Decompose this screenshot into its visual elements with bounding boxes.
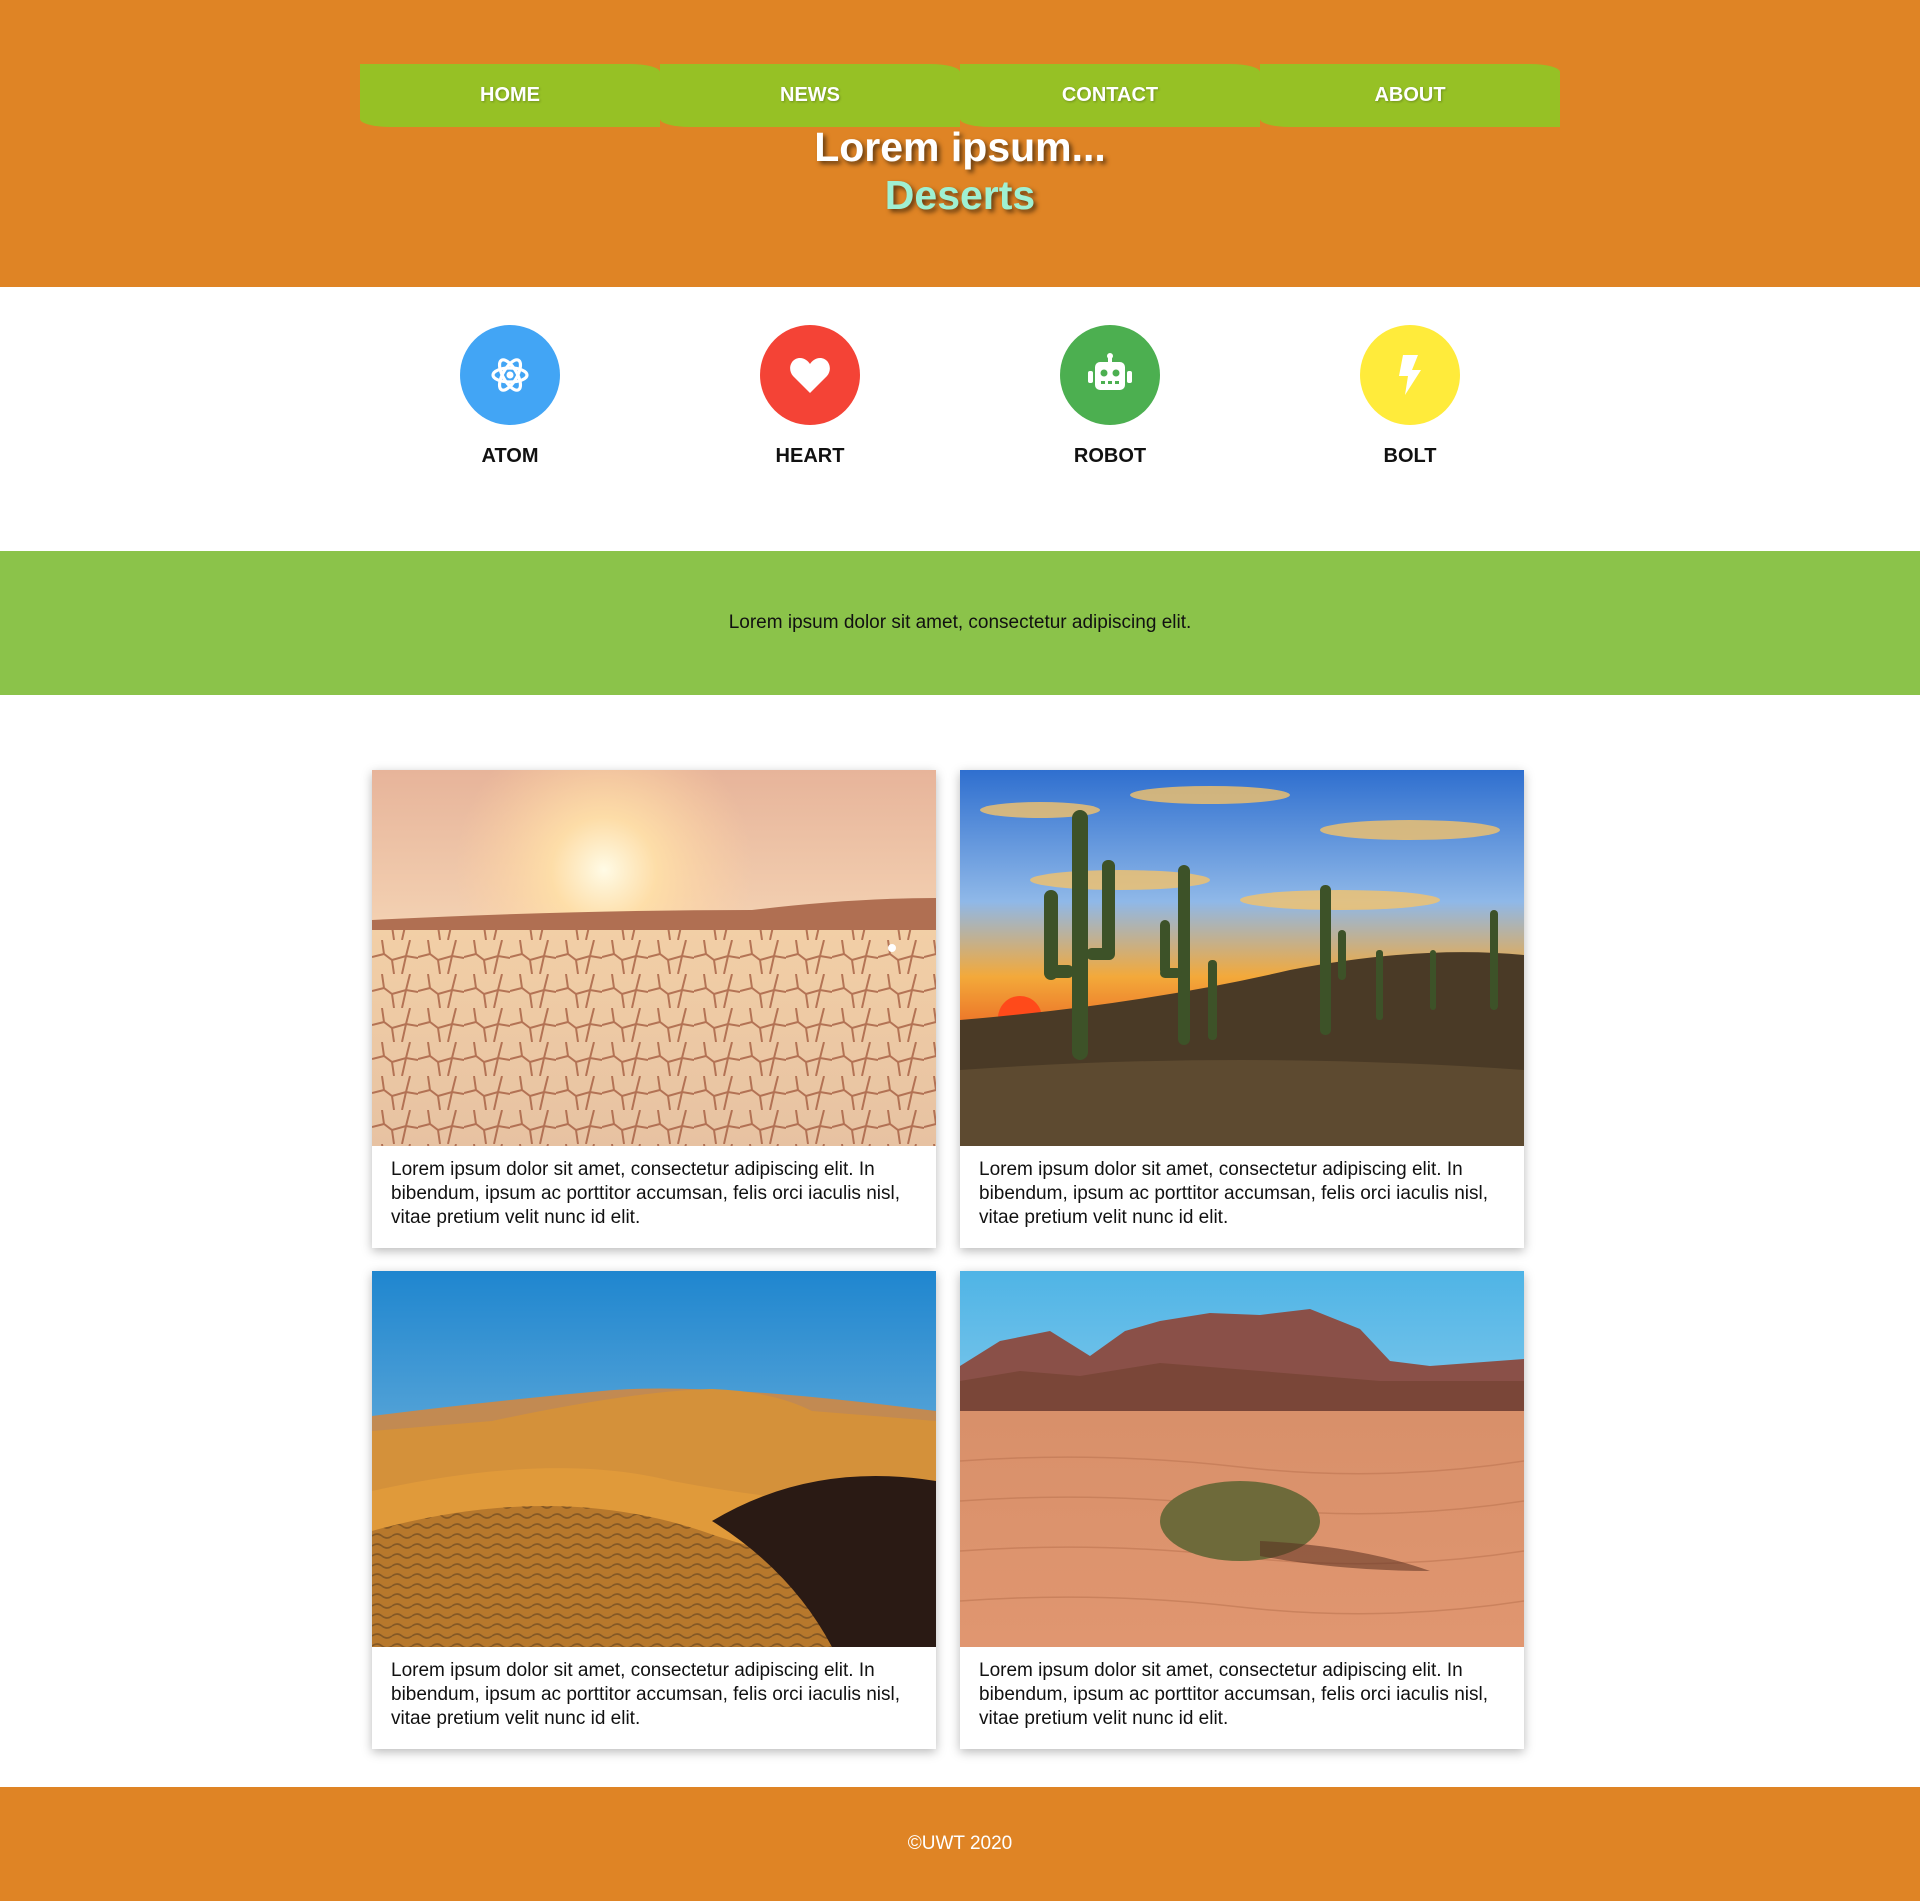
nav-contact[interactable]: CONTACT [960,64,1260,127]
card-cracked-earth: Lorem ipsum dolor sit amet, consectetur … [372,770,936,1248]
nav-about[interactable]: ABOUT [1260,64,1560,127]
site-footer: ©UWT 2020 [0,1787,1920,1901]
feature-heart: HEART [660,325,960,468]
feature-robot: ROBOT [960,325,1260,468]
card-text: Lorem ipsum dolor sit amet, consectetur … [391,1159,900,1228]
feature-atom: ATOM [360,325,660,468]
feature-icons-section: ATOM HEART ROBOT BOLT [0,287,1920,551]
card-saguaro: Lorem ipsum dolor sit amet, consectetur … [960,770,1524,1248]
feature-label: ROBOT [1073,445,1147,467]
main-nav: HOME NEWS CONTACT ABOUT [360,64,1560,127]
hero-subtitle: Deserts [884,172,1036,218]
card-sand-dunes: Lorem ipsum dolor sit amet, consectetur … [372,1271,936,1749]
saguaro-cactus-sunset-photo [960,770,1524,1146]
hero-title: Lorem ipsum... [814,124,1106,170]
feature-label: HEART [775,445,845,467]
nav-news[interactable]: NEWS [660,64,960,127]
card-text: Lorem ipsum dolor sit amet, consectetur … [979,1159,1488,1228]
feature-label: BOLT [1383,445,1437,467]
atom-icon [460,325,560,425]
card-red-desert: Lorem ipsum dolor sit amet, consectetur … [960,1271,1524,1749]
red-desert-mountains-photo [960,1271,1524,1647]
card-text: Lorem ipsum dolor sit amet, consectetur … [391,1660,900,1729]
heart-icon [760,325,860,425]
nav-home[interactable]: HOME [360,64,660,127]
banner-text: Lorem ipsum dolor sit amet, consectetur … [728,612,1192,633]
feature-bolt: BOLT [1260,325,1560,468]
green-banner: Lorem ipsum dolor sit amet, consectetur … [0,551,1920,695]
feature-label: ATOM [481,445,539,467]
robot-icon [1060,325,1160,425]
site-header: HOME NEWS CONTACT ABOUT Lorem ipsum... D… [0,0,1920,287]
sand-dunes-photo [372,1271,936,1647]
bolt-icon [1360,325,1460,425]
card-text: Lorem ipsum dolor sit amet, consectetur … [979,1660,1488,1729]
cracked-earth-sunset-photo [372,770,936,1146]
copyright-text: ©UWT 2020 [907,1833,1013,1854]
